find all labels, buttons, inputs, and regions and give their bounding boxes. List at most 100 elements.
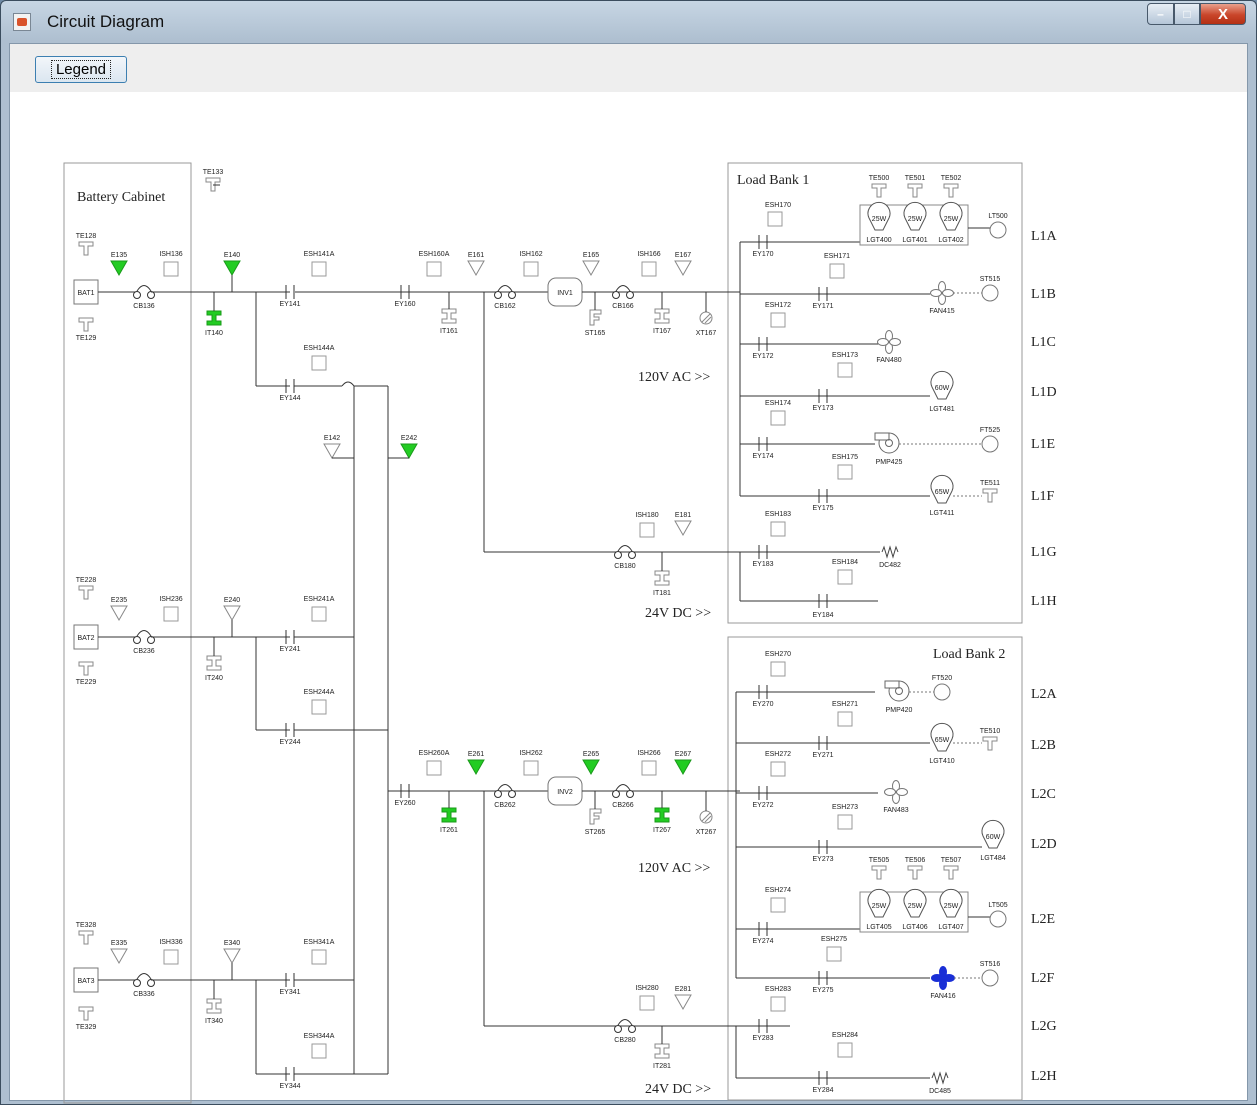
switch-indicator-box[interactable] xyxy=(837,569,853,585)
breaker-icon[interactable] xyxy=(508,790,516,798)
current-sensor-icon[interactable] xyxy=(654,570,670,586)
switch-indicator-box[interactable] xyxy=(311,606,327,622)
breaker-icon[interactable] xyxy=(614,551,622,559)
breaker-icon[interactable] xyxy=(612,291,620,299)
switch-indicator-box[interactable] xyxy=(426,261,442,277)
switch-indicator-box[interactable] xyxy=(311,1043,327,1059)
breaker-icon[interactable] xyxy=(494,291,502,299)
fan-icon[interactable] xyxy=(942,289,954,297)
current-sensor-icon[interactable] xyxy=(441,308,457,324)
switch-indicator-box[interactable] xyxy=(770,897,786,913)
switch-indicator-box[interactable] xyxy=(311,949,327,965)
indicator-ring-icon[interactable] xyxy=(989,910,1007,928)
switch-indicator-box[interactable] xyxy=(770,410,786,426)
switch-indicator-box[interactable] xyxy=(523,261,539,277)
temperature-sensor-icon[interactable] xyxy=(78,241,94,256)
breaker-icon[interactable] xyxy=(628,1025,636,1033)
switch-indicator-box[interactable] xyxy=(837,362,853,378)
switch-indicator-box[interactable] xyxy=(837,814,853,830)
switch-indicator-box[interactable] xyxy=(163,261,179,277)
voltage-sensor-icon[interactable] xyxy=(323,443,341,460)
voltage-sensor-icon[interactable] xyxy=(674,759,692,776)
current-sensor-icon[interactable] xyxy=(654,1043,670,1059)
switch-indicator-box[interactable] xyxy=(163,606,179,622)
temperature-sensor-icon[interactable] xyxy=(943,183,959,198)
speed-sensor-icon[interactable] xyxy=(589,808,602,825)
switch-indicator-box[interactable] xyxy=(311,261,327,277)
switch-indicator-box[interactable] xyxy=(770,996,786,1012)
temperature-sensor-icon[interactable] xyxy=(907,865,923,880)
breaker-icon[interactable] xyxy=(147,636,155,644)
voltage-sensor-icon[interactable] xyxy=(110,948,128,965)
voltage-sensor-icon[interactable] xyxy=(674,994,692,1011)
switch-indicator-box[interactable] xyxy=(426,760,442,776)
breaker-icon[interactable] xyxy=(612,790,620,798)
current-sensor-icon[interactable] xyxy=(441,807,457,823)
fan-icon[interactable] xyxy=(884,788,896,796)
indicator-ring-icon[interactable] xyxy=(981,435,999,453)
temperature-sensor-icon[interactable] xyxy=(78,661,94,676)
current-sensor-icon[interactable] xyxy=(206,310,222,326)
fan-icon[interactable] xyxy=(896,788,908,796)
voltage-sensor-icon[interactable] xyxy=(674,260,692,277)
current-sensor-icon[interactable] xyxy=(654,308,670,324)
switch-indicator-box[interactable] xyxy=(311,355,327,371)
fan-icon[interactable] xyxy=(931,974,943,982)
switch-indicator-box[interactable] xyxy=(639,995,655,1011)
fan-icon[interactable] xyxy=(877,338,889,346)
breaker-icon[interactable] xyxy=(614,1025,622,1033)
temperature-sensor-icon[interactable] xyxy=(78,1006,94,1021)
fan-icon[interactable] xyxy=(943,974,955,982)
switch-indicator-box[interactable] xyxy=(837,711,853,727)
voltage-sensor-icon[interactable] xyxy=(467,759,485,776)
indicator-ring-icon[interactable] xyxy=(981,284,999,302)
switch-indicator-box[interactable] xyxy=(837,1042,853,1058)
switch-indicator-box[interactable] xyxy=(826,946,842,962)
voltage-sensor-icon[interactable] xyxy=(110,260,128,277)
breaker-icon[interactable] xyxy=(147,979,155,987)
switch-indicator-box[interactable] xyxy=(639,522,655,538)
switch-indicator-box[interactable] xyxy=(163,949,179,965)
voltage-sensor-icon[interactable] xyxy=(467,260,485,277)
switch-indicator-box[interactable] xyxy=(770,521,786,537)
breaker-icon[interactable] xyxy=(626,790,634,798)
temperature-sensor-icon[interactable] xyxy=(982,736,998,751)
indicator-ring-icon[interactable] xyxy=(981,969,999,987)
breaker-icon[interactable] xyxy=(626,291,634,299)
temperature-sensor-icon[interactable] xyxy=(78,317,94,332)
switch-indicator-box[interactable] xyxy=(770,312,786,328)
breaker-icon[interactable] xyxy=(133,291,141,299)
fan-icon[interactable] xyxy=(889,338,901,346)
current-sensor-icon[interactable] xyxy=(654,807,670,823)
switch-indicator-box[interactable] xyxy=(837,464,853,480)
breaker-icon[interactable] xyxy=(494,790,502,798)
voltage-sensor-icon[interactable] xyxy=(400,443,418,460)
voltage-sensor-icon[interactable] xyxy=(674,520,692,537)
switch-indicator-box[interactable] xyxy=(523,760,539,776)
switch-indicator-box[interactable] xyxy=(770,661,786,677)
switch-indicator-box[interactable] xyxy=(767,211,783,227)
breaker-icon[interactable] xyxy=(133,636,141,644)
indicator-ring-icon[interactable] xyxy=(989,221,1007,239)
temperature-sensor-icon[interactable] xyxy=(907,183,923,198)
current-sensor-icon[interactable] xyxy=(206,998,222,1014)
temperature-sensor-icon[interactable] xyxy=(871,865,887,880)
current-sensor-icon[interactable] xyxy=(206,655,222,671)
temperature-sensor-icon[interactable] xyxy=(871,183,887,198)
temperature-sensor-icon[interactable] xyxy=(78,585,94,600)
indicator-ring-icon[interactable] xyxy=(933,683,951,701)
voltage-sensor-icon[interactable] xyxy=(223,948,241,965)
voltage-sensor-icon[interactable] xyxy=(223,260,241,277)
temperature-sensor-icon[interactable] xyxy=(982,488,998,503)
voltage-sensor-icon[interactable] xyxy=(223,605,241,622)
breaker-icon[interactable] xyxy=(133,979,141,987)
switch-indicator-box[interactable] xyxy=(311,699,327,715)
switch-indicator-box[interactable] xyxy=(641,261,657,277)
temperature-sensor-icon[interactable] xyxy=(943,865,959,880)
switch-indicator-box[interactable] xyxy=(829,263,845,279)
switch-indicator-box[interactable] xyxy=(641,760,657,776)
voltage-sensor-icon[interactable] xyxy=(110,605,128,622)
voltage-sensor-icon[interactable] xyxy=(582,260,600,277)
temperature-sensor-icon[interactable] xyxy=(78,930,94,945)
breaker-icon[interactable] xyxy=(508,291,516,299)
